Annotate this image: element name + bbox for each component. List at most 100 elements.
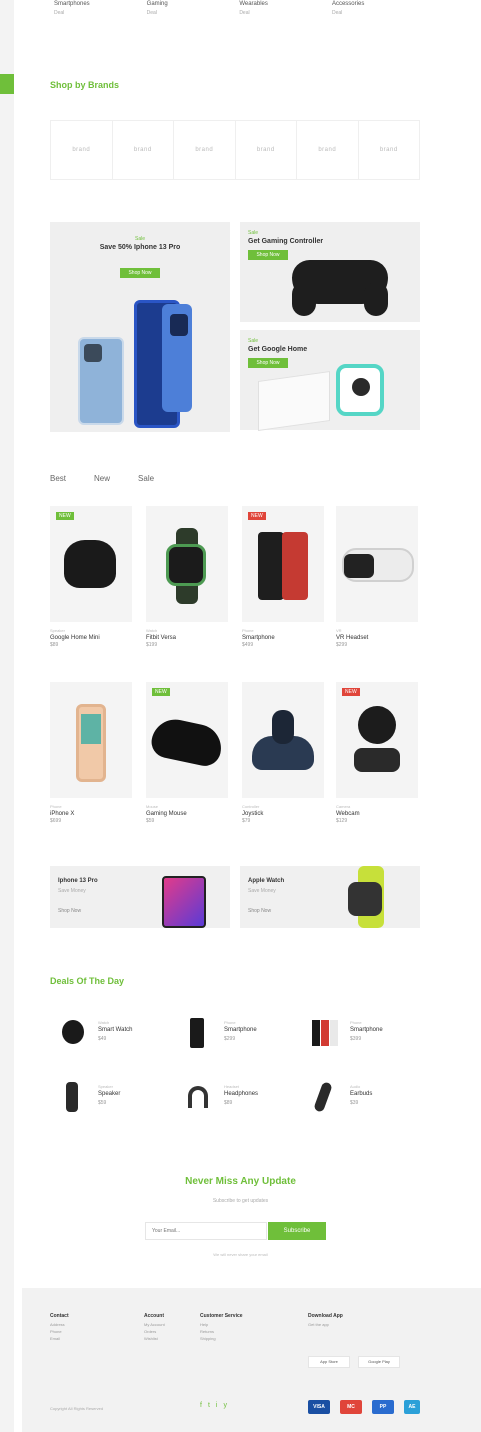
promo-subtitle: Sale <box>248 230 259 236</box>
banner-title: Iphone 13 Pro <box>58 878 98 884</box>
product-card[interactable]: Watch Fitbit Versa $199 <box>146 506 228 649</box>
deal-name[interactable]: Smart Watch <box>98 1027 132 1033</box>
deal-item[interactable]: Phone Smartphone $299 <box>182 1012 294 1052</box>
footer-link[interactable]: Wishlist <box>144 1335 165 1342</box>
instagram-icon[interactable]: i <box>216 1402 218 1409</box>
promo-subtitle: Sale <box>248 338 259 344</box>
deal-name[interactable]: Smartphone <box>350 1027 383 1033</box>
category-item[interactable]: Smartphones Deal <box>54 0 126 24</box>
deal-name[interactable]: Earbuds <box>350 1091 372 1097</box>
product-name[interactable]: Joystick <box>242 810 324 818</box>
phone-icon <box>282 532 308 600</box>
tab-best[interactable]: Best <box>50 474 66 483</box>
top-category-strip: Smartphones Deal Gaming Deal Wearables Deal… <box>54 0 404 24</box>
wide-banner-iphone[interactable]: Iphone 13 Pro Save Money Shop Now <box>50 866 230 928</box>
product-image <box>336 506 418 622</box>
footer-link[interactable]: Email <box>50 1335 69 1342</box>
brand-logo[interactable]: brand <box>113 121 174 179</box>
deal-name[interactable]: Smartphone <box>224 1027 257 1033</box>
tab-sale[interactable]: Sale <box>138 474 154 483</box>
twitter-icon[interactable]: t <box>208 1402 210 1409</box>
deal-thumbnail <box>308 1076 340 1116</box>
banner-shop-link[interactable]: Shop Now <box>248 908 271 914</box>
deal-name[interactable]: Speaker <box>98 1091 120 1097</box>
category-sub: Deal <box>239 10 250 16</box>
category-title: Wearables <box>239 1 268 7</box>
brand-logo[interactable]: brand <box>236 121 297 179</box>
camera-icon <box>170 314 188 336</box>
product-name[interactable]: Smartphone <box>242 634 324 642</box>
product-image: NEW <box>336 682 418 798</box>
newsletter-subtitle: Subscribe to get updates <box>212 1198 269 1204</box>
footer-link[interactable]: Orders <box>144 1328 165 1335</box>
deal-category: Speaker <box>98 1084 113 1089</box>
subscribe-button[interactable]: Subscribe <box>268 1222 326 1240</box>
product-card[interactable]: NEW Speaker Google Home Mini $89 <box>50 506 132 649</box>
product-name[interactable]: Google Home Mini <box>50 634 132 642</box>
footer-link[interactable]: Address <box>50 1321 69 1328</box>
product-image: NEW <box>242 506 324 622</box>
iphone-icon <box>162 876 206 928</box>
brand-logos-row: brand brand brand brand brand brand <box>50 120 420 180</box>
deal-item[interactable]: Speaker Speaker $59 <box>56 1076 168 1116</box>
product-card[interactable]: NEW Mouse Gaming Mouse $59 <box>146 682 228 825</box>
brand-logo[interactable]: brand <box>51 121 113 179</box>
newsletter-email-input[interactable] <box>145 1222 267 1240</box>
app-store-badge[interactable]: App Store <box>308 1356 350 1368</box>
product-name[interactable]: Fitbit Versa <box>146 634 228 642</box>
banner-title: Apple Watch <box>248 878 285 884</box>
product-card[interactable]: NEW Phone Smartphone $499 <box>242 506 324 649</box>
category-item[interactable]: Accessories Deal <box>332 0 404 24</box>
product-name[interactable]: VR Headset <box>336 634 418 642</box>
category-sub: Deal <box>331 10 343 16</box>
deal-price: $399 <box>350 1036 362 1042</box>
facebook-icon[interactable]: f <box>200 1402 202 1409</box>
category-item[interactable]: Wearables Deal <box>239 0 311 24</box>
tab-new[interactable]: New <box>94 474 110 483</box>
deal-item[interactable]: Phone Smartphone $399 <box>308 1012 420 1052</box>
promo-shop-button[interactable]: Shop Now <box>248 250 288 260</box>
category-title: Smartphones <box>54 1 90 7</box>
product-card[interactable]: Phone iPhone X $699 <box>50 682 132 825</box>
wide-banner-watch[interactable]: Apple Watch Save Money Shop Now <box>240 866 420 928</box>
product-card[interactable]: NEW Camera Webcam $129 <box>336 682 418 825</box>
footer-link[interactable]: Returns <box>200 1328 243 1335</box>
product-name[interactable]: Webcam <box>336 810 418 818</box>
category-item[interactable]: Gaming Deal <box>147 0 219 24</box>
promo-banner-controller[interactable]: Sale Get Gaming Controller Shop Now <box>240 222 420 322</box>
product-price: $199 <box>146 642 158 648</box>
footer-column-account: Account My Account Orders Wishlist <box>144 1312 165 1342</box>
footer-link[interactable]: Phone <box>50 1328 69 1335</box>
product-name[interactable]: iPhone X <box>50 810 132 818</box>
brand-logo[interactable]: brand <box>174 121 236 179</box>
banner-shop-link[interactable]: Shop Now <box>58 908 81 914</box>
category-title: Gaming <box>146 1 168 7</box>
watch-icon <box>62 1020 84 1044</box>
footer-link[interactable]: Get the app <box>308 1321 343 1328</box>
promo-shop-button[interactable]: Shop Now <box>248 358 288 368</box>
product-card[interactable]: VR VR Headset $299 <box>336 506 418 649</box>
deal-category: Phone <box>224 1020 236 1025</box>
promo-shop-button[interactable]: Shop Now <box>120 268 160 278</box>
promo-banner-home[interactable]: Sale Get Google Home Shop Now <box>240 330 420 432</box>
brand-logo[interactable]: brand <box>297 121 359 179</box>
deal-item[interactable]: Headset Headphones $89 <box>182 1076 294 1116</box>
deal-category: Audio <box>350 1084 361 1089</box>
footer-link[interactable]: Shipping <box>200 1335 243 1342</box>
google-play-badge[interactable]: Google Play <box>358 1356 400 1368</box>
deal-item[interactable]: Watch Smart Watch $49 <box>56 1012 168 1052</box>
footer-link[interactable]: Help <box>200 1321 243 1328</box>
deal-item[interactable]: Audio Earbuds $39 <box>308 1076 420 1116</box>
product-card[interactable]: Controller Joystick $79 <box>242 682 324 825</box>
product-price: $699 <box>50 818 62 824</box>
deal-name[interactable]: Headphones <box>224 1091 258 1097</box>
gamepad-grip-icon <box>292 282 316 316</box>
product-name[interactable]: Gaming Mouse <box>146 810 228 818</box>
social-links: f t i y <box>200 1402 227 1409</box>
youtube-icon[interactable]: y <box>223 1402 227 1409</box>
brand-logo[interactable]: brand <box>359 121 420 179</box>
sidebar-accent[interactable] <box>0 74 14 94</box>
promo-banner-main[interactable]: Sale Save 50% Iphone 13 Pro Shop Now <box>50 222 230 432</box>
gamepad-grip-icon <box>364 282 388 316</box>
footer-link[interactable]: My Account <box>144 1321 165 1328</box>
